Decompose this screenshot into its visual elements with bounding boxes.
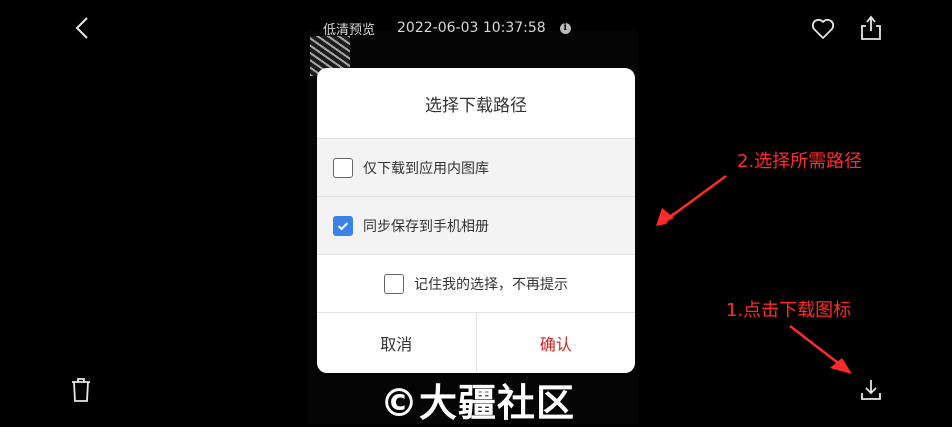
annotation-step-1: 1.点击下载图标 <box>726 300 852 321</box>
image-meta: 低清预览 2022-06-03 10:37:58 i <box>323 18 571 38</box>
annotation-step-2: 2.选择所需路径 <box>737 151 863 172</box>
option-app-gallery[interactable]: 仅下载到应用内图库 <box>317 139 635 197</box>
datetime-label: 2022-06-03 10:37:58 <box>397 20 546 36</box>
download-icon[interactable] <box>857 376 885 404</box>
option-label: 同步保存到手机相册 <box>363 218 489 235</box>
back-arrow-icon[interactable] <box>70 14 94 42</box>
watermark: ©大疆社区 <box>380 381 576 425</box>
dialog-title: 选择下载路径 <box>317 68 635 139</box>
annotation-arrow-step-2 <box>656 174 727 226</box>
option-label: 仅下载到应用内图库 <box>363 160 489 177</box>
annotation-arrow-step-1 <box>789 325 852 374</box>
info-icon[interactable]: i <box>559 22 571 34</box>
remember-choice-checkbox[interactable] <box>384 273 404 294</box>
option-phone-album[interactable]: 同步保存到手机相册 <box>317 197 635 255</box>
quality-label: 低清预览 <box>323 22 376 38</box>
trash-icon[interactable] <box>68 376 94 404</box>
download-path-dialog: 选择下载路径 仅下载到应用内图库 同步保存到手机相册 记住我的选择，不再提示 取… <box>317 68 635 373</box>
phone-album-checkbox[interactable] <box>333 215 353 236</box>
option-label: 记住我的选择，不再提示 <box>414 276 568 293</box>
option-remember-choice[interactable]: 记住我的选择，不再提示 <box>317 255 635 313</box>
app-gallery-checkbox[interactable] <box>333 157 353 178</box>
checkmark-icon <box>337 221 349 230</box>
cancel-button[interactable]: 取消 <box>317 313 477 372</box>
heart-icon[interactable] <box>809 16 837 42</box>
dialog-buttons: 取消 确认 <box>317 313 635 372</box>
confirm-button[interactable]: 确认 <box>477 313 636 372</box>
share-icon[interactable] <box>857 13 885 43</box>
